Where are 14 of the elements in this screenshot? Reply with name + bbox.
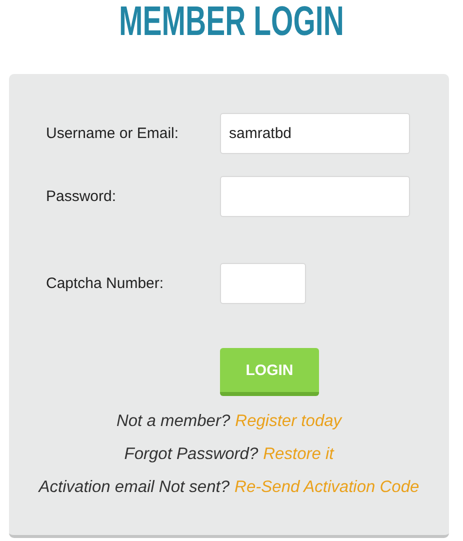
username-field[interactable]: samratbd bbox=[220, 113, 410, 154]
prompt-text: Not a member? bbox=[116, 411, 230, 432]
page-title: MEMBER LOGIN bbox=[119, 0, 344, 42]
help-link[interactable]: Register today bbox=[235, 410, 342, 432]
help-link[interactable]: Re-Send Activation Code bbox=[234, 476, 420, 498]
prompt-text: Forgot Password? bbox=[124, 444, 258, 465]
field-label: Username or Email: bbox=[45, 125, 180, 142]
password-field[interactable] bbox=[220, 176, 410, 217]
prompt-text: Activation email Not sent? bbox=[38, 477, 230, 498]
field-label: Password: bbox=[45, 188, 118, 205]
help-link[interactable]: Restore it bbox=[263, 443, 334, 465]
login-button[interactable]: LOGIN bbox=[220, 348, 319, 396]
field-label: Captcha Number: bbox=[45, 275, 165, 292]
captcha-field[interactable] bbox=[220, 263, 306, 304]
